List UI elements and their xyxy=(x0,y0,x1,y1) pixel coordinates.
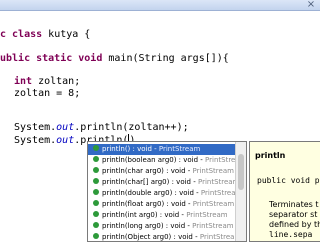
proposal-owner: PrintStream xyxy=(200,189,235,197)
code-line-int-decl: int zoltan; xyxy=(14,76,80,88)
editor-tab-strip: × xyxy=(0,0,320,11)
proposal-signature: println(char arg0) : void - xyxy=(102,167,193,175)
proposal-item[interactable]: println(char[] arg0) : void - PrintStrea… xyxy=(88,177,235,188)
proposal-owner: PrintStream xyxy=(192,200,235,208)
proposal-owner: PrintStream xyxy=(192,167,234,175)
public-method-icon xyxy=(93,156,99,162)
code-text: kutya { xyxy=(42,29,91,40)
keyword: int xyxy=(14,76,33,87)
proposal-item[interactable]: println(double arg0) : void - PrintStrea… xyxy=(88,188,235,199)
code-text: main(String args[]){ xyxy=(102,53,229,64)
code-text: zoltan; xyxy=(32,76,81,87)
proposal-scrollbar[interactable] xyxy=(235,142,246,241)
code-text: System. xyxy=(14,135,57,146)
javadoc-hover: println public void pu Terminates t separ… xyxy=(249,141,320,242)
keyword: ublic static void xyxy=(0,53,103,64)
proposal-signature: println(long arg0) : void - xyxy=(102,222,193,230)
code-line-assign: zoltan = 8; xyxy=(14,88,80,100)
public-method-icon xyxy=(93,233,99,239)
scrollbar-thumb[interactable] xyxy=(238,154,244,190)
field-out: out xyxy=(56,135,75,146)
public-method-icon xyxy=(93,145,99,151)
proposal-signature: println(float arg0) : void - xyxy=(102,200,193,208)
code-line-class-decl: c class kutya { xyxy=(0,29,90,41)
proposal-owner: PrintStream xyxy=(205,156,235,164)
close-icon[interactable]: × xyxy=(306,0,316,10)
code-text: .println(zoltan++); xyxy=(74,122,189,133)
proposal-item[interactable]: println(long arg0) : void - PrintStream xyxy=(88,221,235,232)
code-text: zoltan = 8; xyxy=(14,88,81,99)
proposal-item[interactable]: println(int arg0) : void - PrintStream xyxy=(88,210,235,221)
public-method-icon xyxy=(93,167,99,173)
public-method-icon xyxy=(93,200,99,206)
proposal-signature: println() : void - xyxy=(102,145,159,153)
content-assist-popup[interactable]: println() : void - PrintStream println(bo… xyxy=(87,141,247,242)
proposal-item[interactable]: println() : void - PrintStream xyxy=(88,144,235,155)
javadoc-signature: public void pu xyxy=(257,176,320,185)
proposal-item[interactable]: println(Object arg0) : void - PrintStrea… xyxy=(88,232,235,241)
keyword: c class xyxy=(0,29,43,40)
proposal-owner: PrintStream xyxy=(158,145,201,153)
proposal-signature: println(int arg0) : void - xyxy=(102,211,187,219)
proposal-owner: PrintStream xyxy=(186,211,228,219)
field-out: out xyxy=(56,122,75,133)
public-method-icon xyxy=(93,178,99,184)
code-line-main-decl: ublic static void main(String args[]){ xyxy=(0,53,229,65)
proposal-item[interactable]: println(boolean arg0) : void - PrintStre… xyxy=(88,155,235,166)
code-text: System. xyxy=(14,122,57,133)
public-method-icon xyxy=(93,189,99,195)
public-method-icon xyxy=(93,211,99,217)
javadoc-line: Terminates t xyxy=(269,200,319,209)
proposal-item[interactable]: println(float arg0) : void - PrintStream xyxy=(88,199,235,210)
proposal-signature: println(boolean arg0) : void - xyxy=(102,156,206,164)
proposal-owner: PrintStream xyxy=(197,178,235,186)
proposal-signature: println(double arg0) : void - xyxy=(102,189,201,197)
javadoc-title: println xyxy=(255,151,286,160)
code-line-println-1: System.out.println(zoltan++); xyxy=(14,122,189,134)
javadoc-line: line.sepa xyxy=(269,230,313,239)
public-method-icon xyxy=(93,222,99,228)
proposal-signature: println(char[] arg0) : void - xyxy=(102,178,198,186)
javadoc-line: separator st xyxy=(269,210,318,219)
proposal-item[interactable]: println(char arg0) : void - PrintStream xyxy=(88,166,235,177)
javadoc-line: defined by th xyxy=(269,220,320,229)
proposal-owner: PrintStream xyxy=(192,222,234,230)
